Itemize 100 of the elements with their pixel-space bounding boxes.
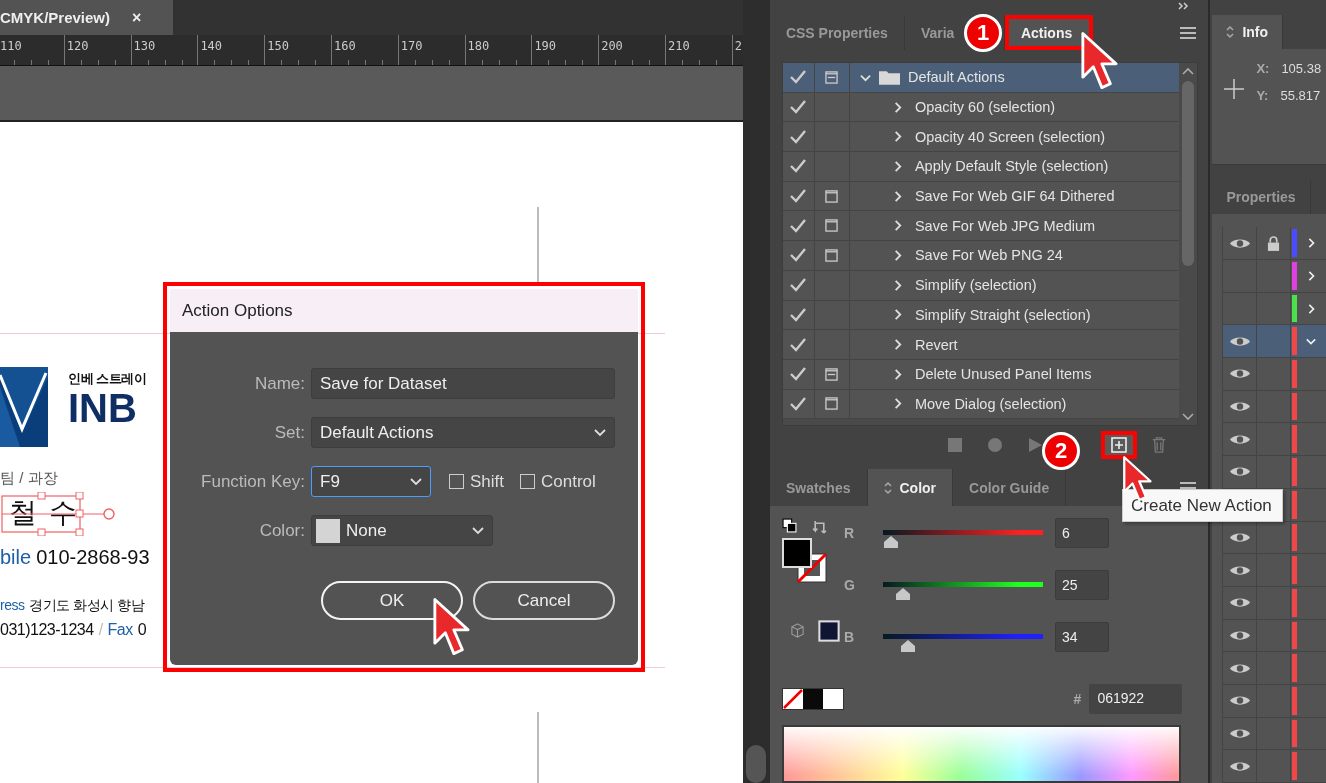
eye-icon[interactable]	[1228, 400, 1251, 414]
play-icon[interactable]	[1026, 437, 1043, 453]
chevron-icon[interactable]	[1306, 270, 1317, 281]
action-row[interactable]: Save For Web GIF 64 Dithered	[782, 181, 1180, 212]
check-icon[interactable]	[790, 278, 807, 293]
eye-icon[interactable]	[1228, 596, 1251, 610]
layer-row[interactable]	[1222, 554, 1326, 587]
layer-row[interactable]	[1222, 684, 1326, 718]
scroll-down-icon[interactable]	[1182, 413, 1195, 421]
dialog-toggle-icon[interactable]	[825, 397, 839, 411]
checkbox[interactable]	[520, 474, 536, 489]
eye-icon[interactable]	[1228, 726, 1251, 740]
function-key-dropdown[interactable]: F9	[311, 466, 431, 497]
check-icon[interactable]	[790, 189, 807, 204]
name-field[interactable]: Save for Dataset	[311, 368, 615, 399]
action-row[interactable]: Delete Unused Panel Items	[782, 359, 1180, 390]
check-icon[interactable]	[790, 396, 807, 411]
cube-icon[interactable]	[789, 623, 805, 638]
check-icon[interactable]	[790, 100, 807, 115]
action-set-row[interactable]: Default Actions	[782, 63, 1180, 93]
eye-icon[interactable]	[1228, 661, 1251, 675]
layer-row[interactable]	[1222, 717, 1326, 751]
panel-tab[interactable]: Info	[1212, 15, 1284, 49]
checkbox[interactable]	[449, 474, 464, 489]
check-icon[interactable]	[790, 307, 807, 322]
hex-field[interactable]: 061922	[1089, 684, 1183, 714]
check-icon[interactable]	[790, 129, 807, 144]
color-spectrum[interactable]	[781, 725, 1182, 783]
default-swatches[interactable]	[781, 688, 844, 710]
default-colors-icon[interactable]	[781, 518, 797, 533]
check-icon[interactable]	[790, 337, 807, 352]
scrollbar-thumb[interactable]	[746, 745, 766, 783]
swap-icon[interactable]	[811, 520, 827, 535]
cancel-button[interactable]: Cancel	[473, 581, 615, 620]
slider-thumb[interactable]	[883, 536, 898, 548]
close-button[interactable]: ×	[132, 8, 142, 27]
eye-icon[interactable]	[1228, 236, 1251, 250]
eye-icon[interactable]	[1228, 367, 1251, 381]
fill-stroke-icon[interactable]	[781, 538, 828, 584]
chevron-icon[interactable]	[1306, 336, 1317, 347]
panel-tab[interactable]: CSS Properties	[769, 15, 905, 50]
color-swatch-icon[interactable]	[817, 620, 840, 642]
layer-row[interactable]	[1222, 390, 1326, 424]
value-field[interactable]: 34	[1054, 622, 1109, 652]
check-icon[interactable]	[790, 367, 807, 382]
checkbox-label[interactable]: Control	[541, 471, 596, 492]
layer-row[interactable]	[1222, 456, 1326, 489]
layer-row[interactable]	[1222, 652, 1326, 685]
action-row[interactable]: Apply Default Style (selection)	[782, 152, 1180, 182]
dialog-toggle-icon[interactable]	[825, 70, 839, 84]
checkbox-label[interactable]: Shift	[470, 471, 505, 492]
action-row[interactable]: Opacity 60 (selection)	[782, 92, 1180, 123]
eye-icon[interactable]	[1228, 563, 1251, 577]
check-icon[interactable]	[790, 159, 807, 174]
scrollbar-thumb[interactable]	[1182, 81, 1195, 266]
layer-row[interactable]	[1222, 358, 1326, 391]
layer-row[interactable]	[1222, 227, 1326, 260]
chevron-icon[interactable]	[1306, 303, 1317, 314]
action-row[interactable]: Simplify (selection)	[782, 270, 1180, 301]
new-action-icon[interactable]	[1110, 437, 1127, 453]
dialog-toggle-icon[interactable]	[825, 189, 839, 203]
action-row[interactable]: Move Dialog (selection)	[782, 389, 1180, 420]
ok-button[interactable]: OK	[321, 581, 463, 620]
slider-thumb[interactable]	[895, 588, 910, 600]
action-row[interactable]: Revert	[782, 330, 1180, 360]
chevron-icon[interactable]	[1306, 238, 1317, 249]
double-chevron-icon[interactable]	[1178, 2, 1191, 10]
check-icon[interactable]	[790, 218, 807, 233]
action-row[interactable]: Simplify Straight (selection)	[782, 300, 1180, 331]
dialog-toggle-icon[interactable]	[825, 248, 839, 262]
check-icon[interactable]	[790, 248, 807, 263]
panel-tab[interactable]: Color	[867, 469, 954, 506]
action-row[interactable]: Save For Web JPG Medium	[782, 211, 1180, 242]
menu-icon[interactable]	[1180, 26, 1197, 39]
slider-thumb[interactable]	[901, 640, 916, 652]
action-row[interactable]: Save For Web PNG 24	[782, 241, 1180, 271]
check-icon[interactable]	[790, 70, 807, 85]
eye-icon[interactable]	[1228, 530, 1251, 544]
dialog-toggle-icon[interactable]	[825, 219, 839, 233]
lock-icon[interactable]	[1267, 235, 1281, 251]
layer-row[interactable]	[1222, 750, 1326, 783]
updown-arrows-icon[interactable]	[1226, 24, 1235, 39]
set-dropdown[interactable]: Default Actions	[311, 417, 615, 448]
layer-row[interactable]	[1222, 325, 1326, 359]
scroll-up-icon[interactable]	[1182, 67, 1195, 75]
layer-row[interactable]	[1222, 619, 1326, 653]
layer-row[interactable]	[1222, 586, 1326, 620]
layer-row[interactable]	[1222, 423, 1326, 457]
layer-row[interactable]	[1222, 260, 1326, 293]
eye-icon[interactable]	[1228, 694, 1251, 708]
updown-arrows-icon[interactable]	[883, 480, 892, 495]
eye-icon[interactable]	[1228, 628, 1251, 642]
eye-icon[interactable]	[1228, 465, 1251, 479]
eye-icon[interactable]	[1228, 759, 1251, 773]
document-tab[interactable]: CMYK/Preview) ×	[0, 0, 173, 35]
eye-icon[interactable]	[1228, 432, 1251, 446]
eye-icon[interactable]	[1228, 334, 1251, 348]
dialog-toggle-icon[interactable]	[825, 367, 839, 381]
action-row[interactable]: Opacity 40 Screen (selection)	[782, 122, 1180, 153]
value-field[interactable]: 25	[1054, 570, 1109, 600]
